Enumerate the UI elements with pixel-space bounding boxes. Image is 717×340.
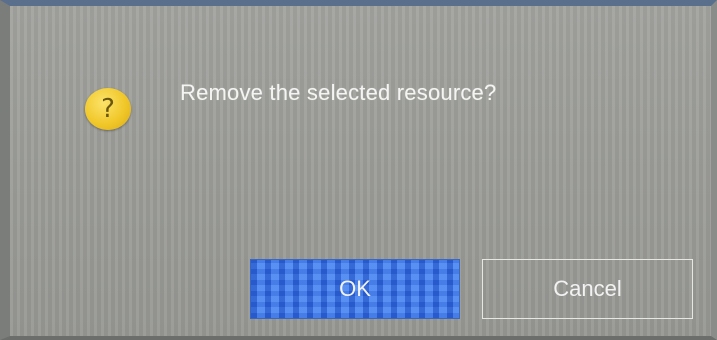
ok-button[interactable]: OK	[250, 259, 460, 319]
dialog-message: Remove the selected resource?	[180, 80, 497, 105]
cancel-button[interactable]: Cancel	[482, 259, 693, 319]
confirm-dialog: ? Remove the selected resource? OK Cance…	[0, 0, 717, 340]
question-icon: ?	[85, 88, 131, 130]
cancel-button-label: Cancel	[553, 276, 622, 301]
question-glyph: ?	[101, 93, 115, 124]
ok-button-label: OK	[339, 276, 371, 301]
